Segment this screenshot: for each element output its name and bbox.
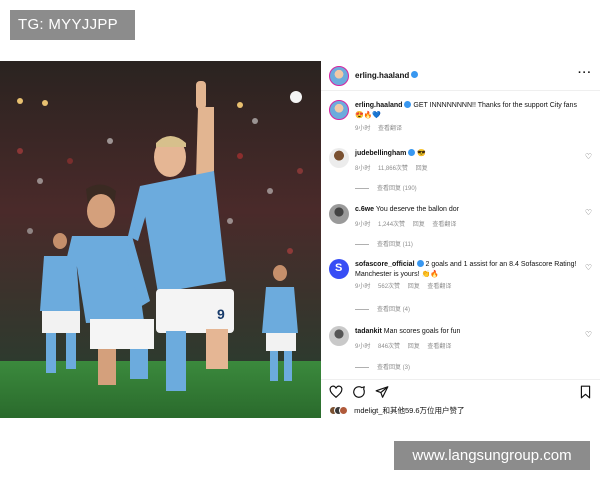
caption-translate-link[interactable]: 查看翻译	[378, 126, 402, 132]
comment-time: 9小时	[355, 284, 371, 290]
post-photo[interactable]: 9	[0, 61, 321, 418]
comment-likes[interactable]: 11,866次赞	[378, 166, 408, 172]
comment-likes[interactable]: 562次赞	[378, 284, 400, 290]
watermark-top: TG: MYYJJPP	[10, 10, 135, 40]
heart-icon[interactable]	[329, 385, 343, 399]
commenter-avatar[interactable]	[329, 148, 349, 168]
comment-username[interactable]: c.6we	[355, 206, 374, 213]
caption-username[interactable]: erling.haaland	[355, 102, 402, 109]
commenter-avatar[interactable]	[329, 326, 349, 346]
verified-badge-icon	[411, 71, 419, 79]
comment-icon[interactable]	[352, 385, 366, 399]
watermark-bottom: www.langsungroup.com	[394, 441, 590, 470]
svg-text:9: 9	[217, 306, 225, 322]
author-name-text: erling.haaland	[355, 71, 410, 80]
action-bar: mdeligt_和其他59.6万位用户赞了	[321, 379, 600, 418]
comment-like-heart-icon[interactable]: ♡	[585, 330, 592, 339]
bookmark-icon[interactable]	[579, 385, 592, 399]
comment-reply-link[interactable]: 回复	[408, 284, 420, 290]
comment-reply-link[interactable]: 回复	[416, 166, 428, 172]
post-header: erling.haaland ···	[321, 61, 600, 91]
more-options-icon[interactable]: ···	[578, 67, 592, 79]
likes-text: mdeligt_和其他59.6万位用户赞了	[354, 406, 465, 415]
comment-like-heart-icon[interactable]: ♡	[585, 208, 592, 217]
commenter-avatar[interactable]	[329, 259, 349, 279]
comment-time: 8小时	[355, 166, 371, 172]
comment-time: 9小时	[355, 222, 371, 228]
verified-badge-icon	[404, 100, 412, 108]
view-replies-link[interactable]: 查看回复 (11)	[355, 239, 413, 248]
comment-text: Man scores goals for fun	[383, 328, 461, 335]
view-replies-link[interactable]: 查看回复 (3)	[355, 362, 410, 371]
comment-translate-link[interactable]: 查看翻译	[432, 222, 456, 228]
comment-text: 😎	[417, 150, 427, 157]
comment-reply-link[interactable]: 回复	[413, 222, 425, 228]
comment-likes[interactable]: 1,244次赞	[378, 222, 405, 228]
comment-like-heart-icon[interactable]: ♡	[585, 263, 592, 272]
share-icon[interactable]	[375, 385, 389, 399]
likes-summary[interactable]: mdeligt_和其他59.6万位用户赞了	[329, 405, 465, 416]
verified-badge-icon	[408, 148, 416, 156]
commenter-avatar[interactable]	[329, 204, 349, 224]
verified-badge-icon	[416, 259, 424, 267]
view-replies-link[interactable]: 查看回复 (4)	[355, 304, 410, 313]
view-replies-link[interactable]: 查看回复 (190)	[355, 183, 417, 192]
comment-username[interactable]: sofascore_official	[355, 261, 415, 268]
comment-translate-link[interactable]: 查看翻译	[427, 284, 451, 290]
liker-avatar	[339, 406, 348, 415]
comment-like-heart-icon[interactable]: ♡	[585, 152, 592, 161]
comment-likes[interactable]: 846次赞	[378, 344, 400, 350]
comment-username[interactable]: judebellingham	[355, 150, 406, 157]
comment-translate-link[interactable]: 查看翻译	[427, 344, 451, 350]
comment-username[interactable]: tadankit	[355, 328, 382, 335]
author-username[interactable]: erling.haaland	[355, 71, 419, 80]
author-avatar[interactable]	[329, 66, 349, 86]
comments-panel: erling.haaland ··· erling.haaland GET IN…	[321, 61, 600, 418]
caption-avatar[interactable]	[329, 100, 349, 120]
caption-time: 9小时	[355, 126, 371, 132]
comment-time: 9小时	[355, 344, 371, 350]
football-celebration-photo: 9	[0, 61, 321, 418]
comment-reply-link[interactable]: 回复	[408, 344, 420, 350]
comment-text: You deserve the ballon dor	[375, 206, 459, 213]
